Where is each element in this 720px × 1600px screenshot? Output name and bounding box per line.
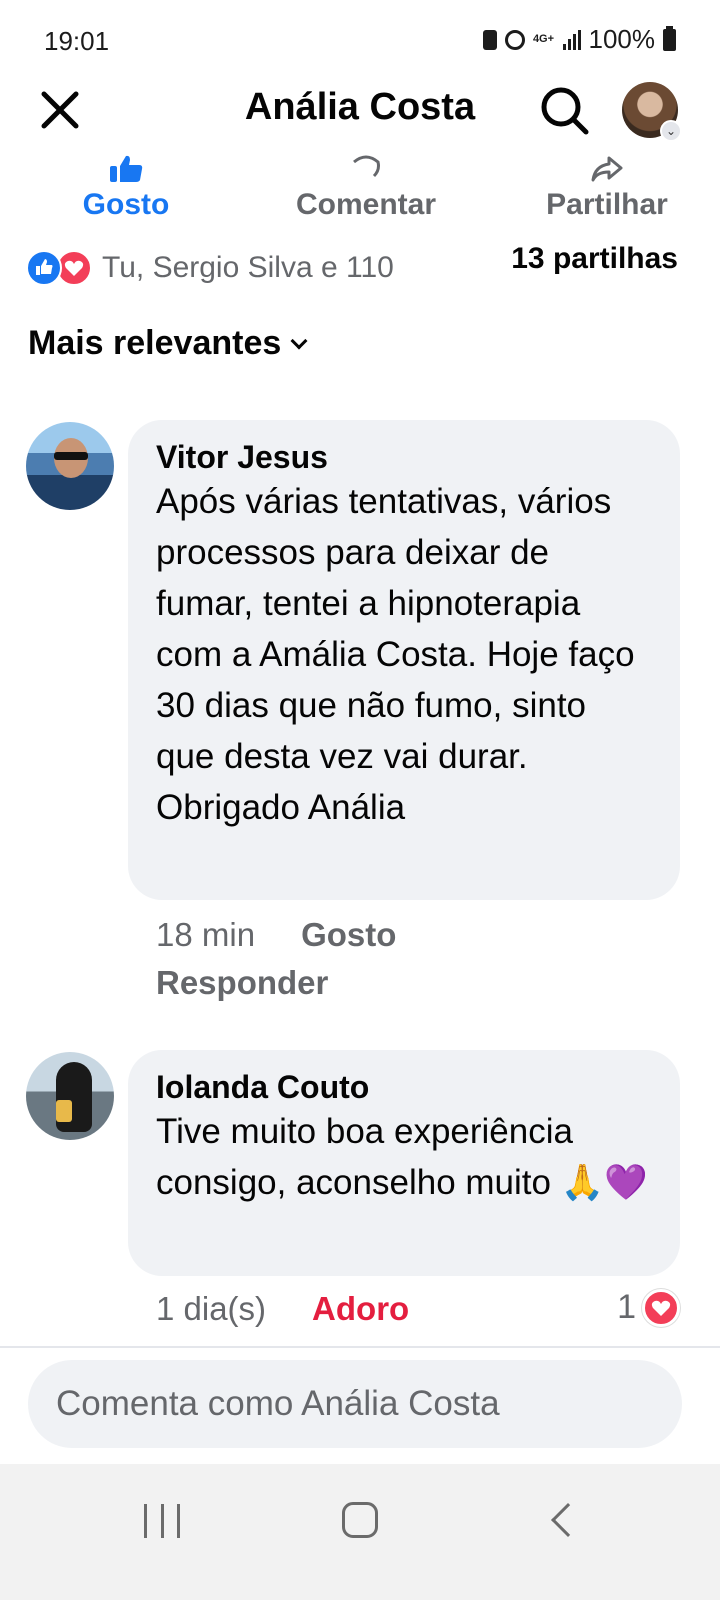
back-icon[interactable]: [551, 1503, 585, 1537]
status-bar: 19:01 4G+ 100%: [0, 0, 720, 80]
network-type: 4G+: [532, 33, 555, 45]
alarm-icon: [504, 29, 525, 50]
share-button[interactable]: Partilhar: [507, 150, 707, 222]
comment-reply-button[interactable]: Responder: [156, 964, 328, 1002]
signal-icon: [562, 29, 581, 50]
comment-text: Tive muito boa experiência consigo, acon…: [156, 1112, 648, 1202]
battery-icon: [663, 25, 676, 51]
comment-bubble: Vitor Jesus Após várias tentativas, vári…: [128, 420, 680, 900]
chevron-down-icon: ⌄: [660, 120, 682, 142]
comment-reaction-count[interactable]: 1: [617, 1288, 680, 1327]
like-label: Gosto: [82, 188, 170, 221]
comment-composer-area: Comenta como Anália Costa: [0, 1346, 720, 1464]
comment-label: Comentar: [295, 188, 437, 221]
chevron-down-icon: [290, 332, 308, 349]
comment-time: 1 dia(s): [156, 1290, 267, 1327]
comment-bubble: Iolanda Couto Tive muito boa experiência…: [128, 1050, 680, 1276]
love-reaction-icon: [642, 1288, 680, 1327]
sort-dropdown[interactable]: Mais relevantes: [28, 324, 308, 363]
comment-text: Após várias tentativas, vários processos…: [156, 482, 635, 827]
comment-icon: [353, 155, 380, 178]
reactions-summary[interactable]: Tu, Sergio Silva e 110: [26, 246, 394, 290]
comment-author[interactable]: Vitor Jesus: [156, 438, 652, 476]
search-button[interactable]: [538, 84, 592, 138]
reactions-text: Tu, Sergio Silva e 110: [102, 251, 394, 284]
comment-author-avatar[interactable]: [26, 1052, 114, 1140]
sim-card-icon: [482, 29, 497, 50]
search-icon: [541, 87, 589, 135]
profile-avatar-button[interactable]: ⌄: [622, 82, 682, 142]
comment-meta: 1 dia(s) Adoro: [156, 1290, 409, 1328]
status-icons: 4G+ 100%: [482, 24, 676, 55]
comment-input[interactable]: Comenta como Anália Costa: [28, 1360, 682, 1448]
recent-apps-icon[interactable]: [144, 1504, 180, 1540]
share-label: Partilhar: [546, 188, 668, 221]
sort-label: Mais relevantes: [28, 324, 282, 362]
shares-count[interactable]: 13 partilhas: [511, 242, 678, 276]
like-button[interactable]: Gosto: [26, 150, 226, 222]
comment-like-button[interactable]: Gosto: [301, 916, 396, 954]
comment-author[interactable]: Iolanda Couto: [156, 1068, 652, 1106]
system-nav-bar: [0, 1464, 720, 1600]
comment-reaction-button[interactable]: Adoro: [312, 1290, 409, 1328]
post-actions: Gosto Comentar Partilhar: [0, 150, 720, 230]
like-reaction-icon: [26, 250, 62, 286]
comment-time: 18 min: [156, 916, 256, 953]
reaction-count: 1: [617, 1288, 636, 1326]
comment-button[interactable]: Comentar: [266, 150, 466, 222]
page-title: Anália Costa: [244, 86, 476, 128]
home-icon[interactable]: [342, 1502, 378, 1538]
battery-level: 100%: [588, 24, 656, 54]
status-time: 19:01: [44, 26, 110, 56]
comment-meta: 18 min Gosto: [156, 916, 396, 954]
share-icon: [591, 156, 623, 182]
comment-author-avatar[interactable]: [26, 422, 114, 510]
header: Anália Costa ⌄: [0, 78, 720, 142]
thumbs-up-icon: [110, 155, 143, 182]
